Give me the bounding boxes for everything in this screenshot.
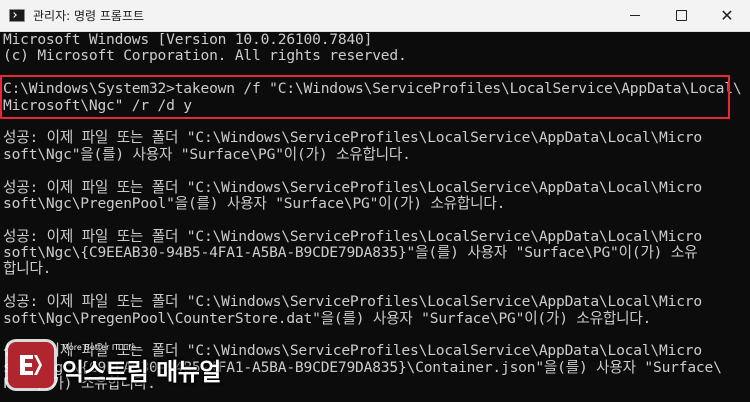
maximize-button[interactable]	[658, 0, 704, 31]
cmd-window: 관리자: 명령 프롬프트 ✕ Microsoft Windows [Versio…	[0, 0, 750, 402]
terminal-line: soft\Ngc"을(를) 사용자 "Surface\PG"이(가) 소유합니다…	[3, 145, 411, 163]
terminal-line: Microsoft\Ngc" /r /d y	[3, 96, 192, 114]
window-controls: ✕	[612, 0, 750, 31]
close-button[interactable]: ✕	[704, 0, 750, 31]
terminal-line: 성공: 이제 파일 또는 폴더 "C:\Windows\ServiceProfi…	[3, 293, 702, 311]
terminal-line: 합니다.	[3, 260, 52, 278]
terminal-line: C:\Windows\System32>takeown /f "C:\Windo…	[3, 80, 742, 98]
terminal-line: soft\Ngc\{C9EEAB30-94B5-4FA1-A5BA-B9CDE7…	[3, 244, 698, 262]
window-title: 관리자: 명령 프롬프트	[33, 9, 145, 23]
terminal-line: soft\Ngc\PregenPool\CounterStore.dat"을(를…	[3, 309, 652, 327]
watermark: More Better IT Life 익스트림 매뉴얼	[8, 340, 221, 390]
title-bar[interactable]: 관리자: 명령 프롬프트 ✕	[0, 0, 750, 32]
terminal-line: 성공: 이제 파일 또는 폴더 "C:\Windows\ServiceProfi…	[3, 178, 702, 196]
watermark-name: 익스트림 매뉴얼	[62, 358, 221, 386]
watermark-logo-icon	[8, 342, 54, 388]
maximize-icon	[675, 10, 687, 21]
minimize-icon	[630, 15, 640, 16]
terminal-line: Microsoft Windows [Version 10.0.26100.78…	[3, 31, 373, 48]
cmd-icon[interactable]	[9, 9, 25, 22]
close-icon: ✕	[720, 6, 734, 25]
terminal-line: soft\Ngc\PregenPool"을(를) 사용자 "Surface\PG…	[3, 194, 506, 212]
watermark-tagline: More Better IT Life	[62, 343, 137, 352]
terminal-line: 성공: 이제 파일 또는 폴더 "C:\Windows\ServiceProfi…	[3, 129, 702, 147]
minimize-button[interactable]	[612, 0, 658, 31]
terminal-line: (c) Microsoft Corporation. All rights re…	[3, 47, 407, 65]
terminal-line: 성공: 이제 파일 또는 폴더 "C:\Windows\ServiceProfi…	[3, 227, 702, 245]
